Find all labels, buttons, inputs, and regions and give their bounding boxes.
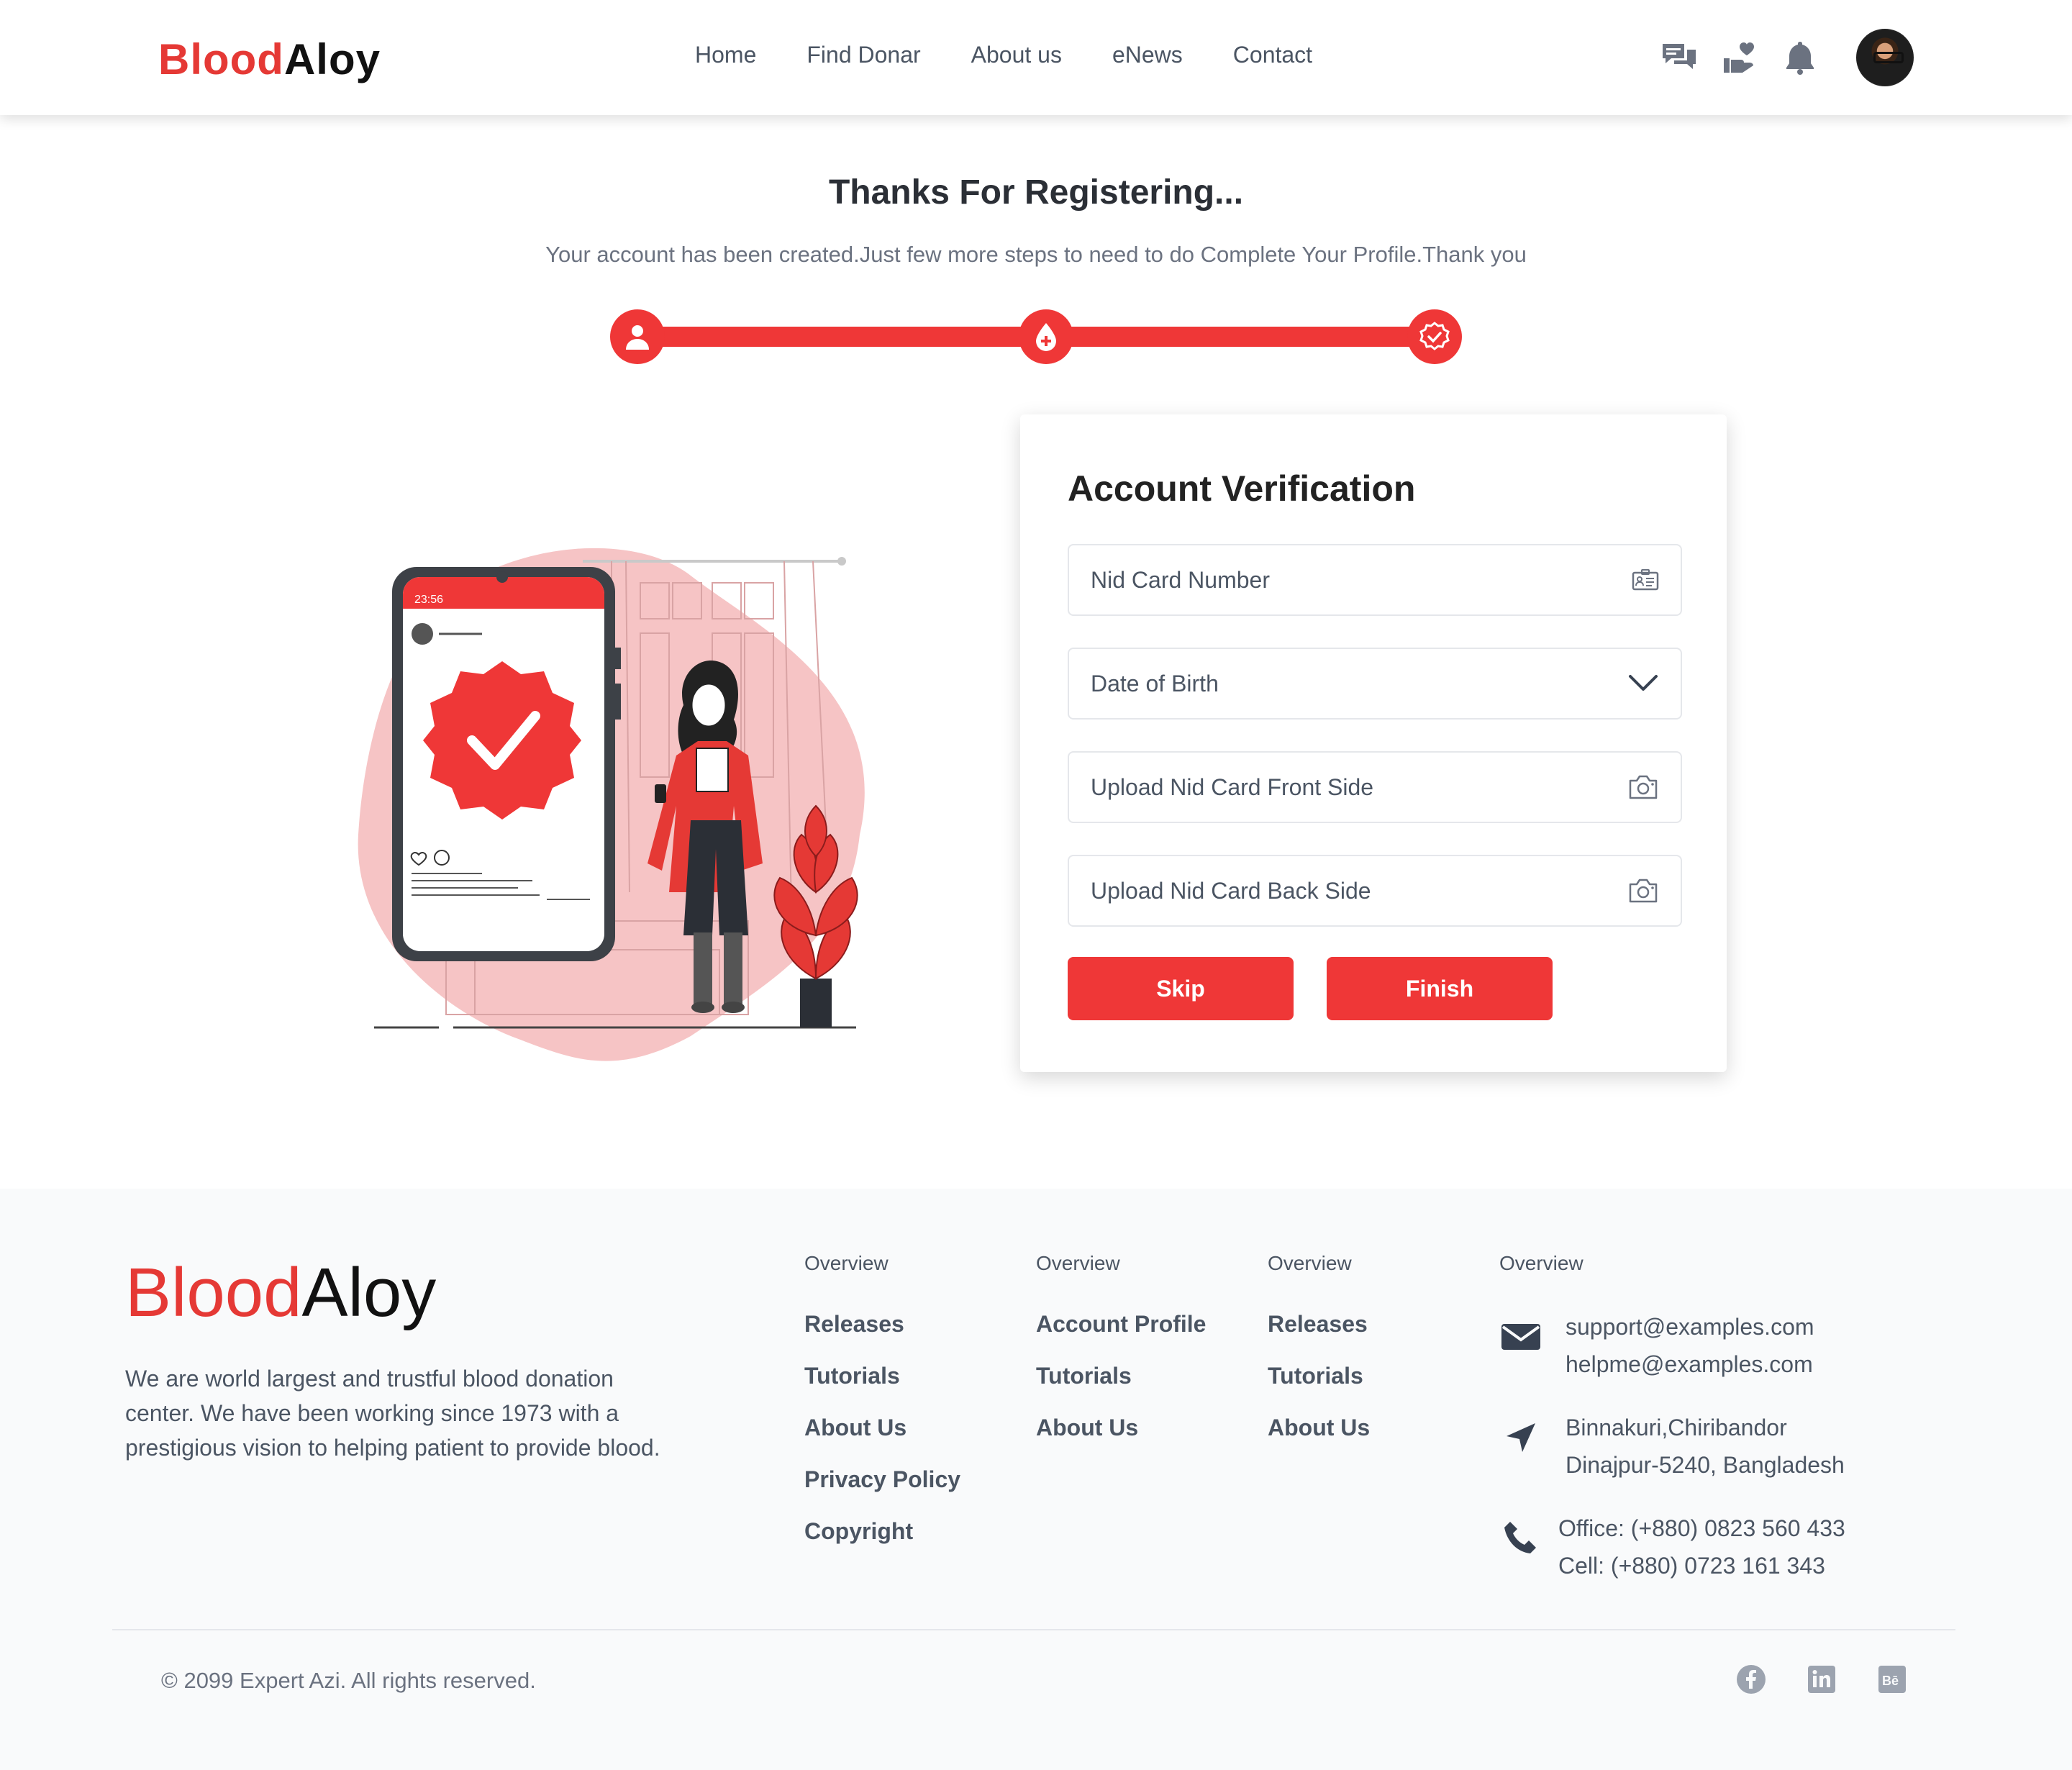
bell-icon[interactable] [1780,37,1820,78]
main-nav: Home Find Donar About us eNews Contact [695,42,1363,68]
location-arrow-icon [1498,1415,1544,1461]
footer-column-1: Overview Releases Tutorials About Us Pri… [804,1252,960,1570]
blood-drop-icon [1036,323,1056,351]
footer-column-3: Overview Releases Tutorials About Us [1268,1252,1370,1466]
header-actions [1639,29,1914,86]
footer-contact-column: Overview [1499,1252,1583,1311]
date-of-birth-select[interactable]: Date of Birth [1068,648,1682,720]
svg-text:Bē: Bē [1882,1674,1899,1688]
finish-button[interactable]: Finish [1327,957,1553,1020]
phone-icon [1498,1515,1544,1561]
step-profile [610,309,665,364]
user-icon [626,325,649,350]
upload-nid-front-input[interactable]: Upload Nid Card Front Side [1068,751,1682,823]
upload-nid-back-input[interactable]: Upload Nid Card Back Side [1068,855,1682,927]
office-phone[interactable]: Office: (+880) 0823 560 433 [1558,1510,1845,1547]
donate-hand-icon[interactable] [1719,37,1760,78]
brand-logo[interactable]: Blood Aloy [158,35,381,84]
footer-link-releases[interactable]: Releases [1268,1311,1370,1363]
linkedin-icon[interactable] [1806,1664,1837,1695]
date-of-birth-placeholder: Date of Birth [1091,670,1219,696]
footer-link-about-us[interactable]: About Us [1268,1415,1370,1466]
chevron-down-icon [1629,675,1658,691]
social-links: Bē [1696,1664,1908,1695]
footer-logo[interactable]: Blood Aloy [125,1253,436,1333]
footer-link-tutorials[interactable]: Tutorials [804,1363,960,1415]
footer-divider [112,1629,1955,1630]
footer-link-privacy-policy[interactable]: Privacy Policy [804,1466,960,1518]
footer-link-copyright[interactable]: Copyright [804,1518,960,1570]
step-verified [1407,309,1462,364]
cell-phone[interactable]: Cell: (+880) 0723 161 343 [1558,1547,1845,1584]
verified-badge-icon [1419,322,1450,350]
nav-find-donar[interactable]: Find Donar [806,42,920,68]
camera-icon [1629,879,1658,903]
camera-icon [1629,775,1658,799]
skip-button[interactable]: Skip [1068,957,1294,1020]
nid-card-number-placeholder: Nid Card Number [1091,566,1270,593]
nav-about-us[interactable]: About us [971,42,1062,68]
footer-description: We are world largest and trustful blood … [125,1366,660,1461]
copyright-text: © 2099 Expert Azi. All rights reserved. [161,1668,536,1693]
footer-link-about-us[interactable]: About Us [1036,1415,1206,1466]
nav-home[interactable]: Home [695,42,756,68]
helpme-email[interactable]: helpme@examples.com [1566,1345,1814,1383]
contact-phone: Office: (+880) 0823 560 433 Cell: (+880)… [1498,1510,1845,1584]
phone-clock: 23:56 [414,594,443,606]
footer-column-2: Overview Account Profile Tutorials About… [1036,1252,1206,1466]
account-verification-card: Account Verification Nid Card Number Dat… [1020,414,1727,1072]
footer-link-about-us[interactable]: About Us [804,1415,960,1466]
page-subtitle: Your account has been created.Just few m… [545,242,1527,267]
registration-progress [610,309,1462,364]
nav-contact[interactable]: Contact [1233,42,1312,68]
verification-illustration: 23:56 [353,532,899,1065]
chat-icon[interactable] [1659,37,1699,78]
step-blood [1019,309,1073,364]
contact-email: support@examples.com helpme@examples.com [1498,1308,1814,1383]
support-email[interactable]: support@examples.com [1566,1308,1814,1345]
upload-nid-front-placeholder: Upload Nid Card Front Side [1091,773,1374,800]
footer-column-heading: Overview [804,1252,889,1274]
footer-link-account-profile[interactable]: Account Profile [1036,1311,1206,1363]
address-line-1: Binnakuri,Chiribandor [1566,1415,1787,1440]
upload-nid-back-placeholder: Upload Nid Card Back Side [1091,877,1371,904]
footer-column-heading: Overview [1268,1252,1352,1274]
footer-column-heading: Overview [1499,1252,1583,1274]
footer: Blood Aloy We are world largest and trust… [0,1189,2072,1770]
address-line-2: Dinajpur-5240, Bangladesh [1566,1452,1845,1478]
footer-column-heading: Overview [1036,1252,1120,1274]
behance-icon[interactable]: Bē [1876,1664,1908,1695]
footer-link-tutorials[interactable]: Tutorials [1036,1363,1206,1415]
footer-link-tutorials[interactable]: Tutorials [1268,1363,1370,1415]
envelope-icon [1498,1314,1544,1360]
footer-logo-aloy-text: Aloy [301,1254,437,1331]
nav-enews[interactable]: eNews [1112,42,1183,68]
logo-blood-text: Blood [158,35,284,83]
facebook-icon[interactable] [1735,1664,1767,1695]
id-card-icon [1632,569,1659,591]
footer-link-releases[interactable]: Releases [804,1311,960,1363]
footer-logo-blood-text: Blood [125,1254,302,1331]
user-avatar[interactable] [1856,29,1914,86]
contact-address: Binnakuri,Chiribandor Dinajpur-5240, Ban… [1498,1409,1845,1484]
page-title: Thanks For Registering... [828,173,1244,212]
logo-aloy-text: Aloy [283,35,381,83]
nid-card-number-input[interactable]: Nid Card Number [1068,544,1682,616]
top-navbar: Blood Aloy Home Find Donar About us eNews… [0,0,2072,115]
card-title: Account Verification [1068,468,1416,509]
